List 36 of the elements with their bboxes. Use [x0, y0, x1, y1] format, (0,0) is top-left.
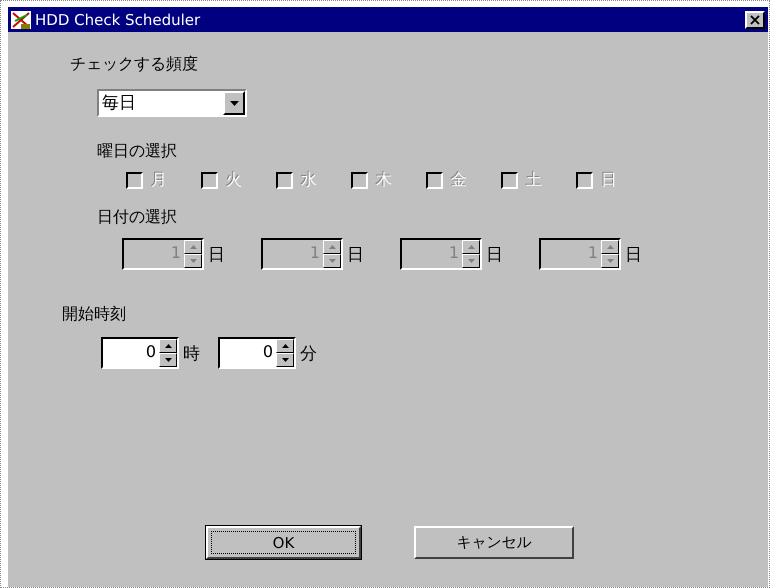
- up-arrow-icon: [282, 344, 288, 348]
- unit-label: 日: [208, 244, 225, 266]
- spin-up-button[interactable]: [159, 339, 177, 353]
- app-icon: [11, 10, 31, 28]
- down-arrow-icon: [606, 259, 614, 263]
- spin-field[interactable]: 0: [218, 337, 296, 369]
- spin-down-button[interactable]: [276, 353, 294, 367]
- up-arrow-icon: [328, 245, 336, 249]
- dropdown-button[interactable]: [223, 91, 245, 115]
- caret-icon: [230, 100, 238, 106]
- down-arrow-icon: [328, 259, 336, 263]
- section-label: 開始時刻: [62, 304, 126, 325]
- unit-label: 分: [300, 342, 317, 364]
- down-arrow-icon: [282, 358, 288, 362]
- up-arrow-icon: [606, 245, 614, 249]
- ok-button[interactable]: OK: [206, 526, 361, 559]
- unit-label: 日: [625, 244, 642, 266]
- cancel-button[interactable]: キャンセル: [414, 526, 574, 559]
- window-title: HDD Check Scheduler: [35, 10, 202, 28]
- close-button[interactable]: ×: [745, 10, 765, 28]
- down-arrow-icon: [190, 259, 196, 263]
- section-label: 曜日の選択: [97, 141, 177, 162]
- down-arrow-icon: [468, 259, 474, 263]
- spin-down-button[interactable]: [159, 353, 177, 367]
- up-arrow-icon: [164, 344, 172, 348]
- down-arrow-icon: [164, 358, 172, 362]
- unit-label: 時: [183, 342, 200, 364]
- unit-label: 日: [486, 244, 503, 266]
- spin-up-button[interactable]: [276, 339, 294, 353]
- frequency-dropdown[interactable]: 毎日: [97, 89, 247, 117]
- section-label: 日付の選択: [97, 207, 177, 228]
- up-arrow-icon: [468, 245, 474, 249]
- section-label: チェックする頻度: [70, 54, 198, 75]
- spin-field[interactable]: 0: [101, 337, 179, 369]
- up-arrow-icon: [190, 245, 196, 249]
- unit-label: 日: [347, 244, 364, 266]
